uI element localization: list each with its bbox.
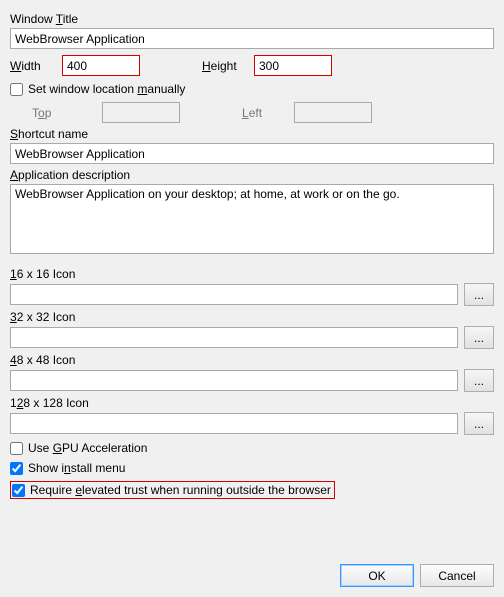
window-title-label: Window Title (10, 12, 494, 26)
icon16-browse-button[interactable]: ... (464, 283, 494, 306)
width-label: Width (10, 59, 62, 73)
icon16-label: 16 x 16 Icon (10, 267, 494, 281)
shortcut-name-label: Shortcut name (10, 127, 494, 141)
form-area: Window Title Width Height Set window loc… (10, 8, 494, 556)
dialog-button-row: OK Cancel (10, 564, 494, 587)
use-gpu-label: Use GPU Acceleration (28, 441, 147, 455)
use-gpu-checkbox[interactable] (10, 442, 23, 455)
icon48-label: 48 x 48 Icon (10, 353, 494, 367)
icon32-browse-button[interactable]: ... (464, 326, 494, 349)
icon48-browse-button[interactable]: ... (464, 369, 494, 392)
oob-settings-dialog: Window Title Width Height Set window loc… (0, 0, 504, 597)
set-window-location-label: Set window location manually (28, 82, 185, 96)
top-input (102, 102, 180, 123)
icon128-label: 128 x 128 Icon (10, 396, 494, 410)
cancel-button[interactable]: Cancel (420, 564, 494, 587)
icon128-browse-button[interactable]: ... (464, 412, 494, 435)
top-label: Top (10, 106, 102, 120)
icon48-input[interactable] (10, 370, 458, 391)
app-desc-label: Application description (10, 168, 494, 182)
app-desc-textarea[interactable]: WebBrowser Application on your desktop; … (10, 184, 494, 254)
width-input[interactable] (62, 55, 140, 76)
require-elevated-trust-checkbox[interactable] (12, 484, 25, 497)
require-elevated-trust-label: Require elevated trust when running outs… (30, 483, 331, 497)
height-input[interactable] (254, 55, 332, 76)
elevated-trust-highlight: Require elevated trust when running outs… (10, 481, 335, 499)
ok-button[interactable]: OK (340, 564, 414, 587)
left-label: Left (242, 106, 294, 120)
icon32-input[interactable] (10, 327, 458, 348)
left-input (294, 102, 372, 123)
height-label: Height (202, 59, 254, 73)
show-install-menu-checkbox[interactable] (10, 462, 23, 475)
icon16-input[interactable] (10, 284, 458, 305)
icon128-input[interactable] (10, 413, 458, 434)
set-window-location-checkbox[interactable] (10, 83, 23, 96)
shortcut-name-input[interactable] (10, 143, 494, 164)
icon32-label: 32 x 32 Icon (10, 310, 494, 324)
window-title-input[interactable] (10, 28, 494, 49)
show-install-menu-label: Show install menu (28, 461, 125, 475)
